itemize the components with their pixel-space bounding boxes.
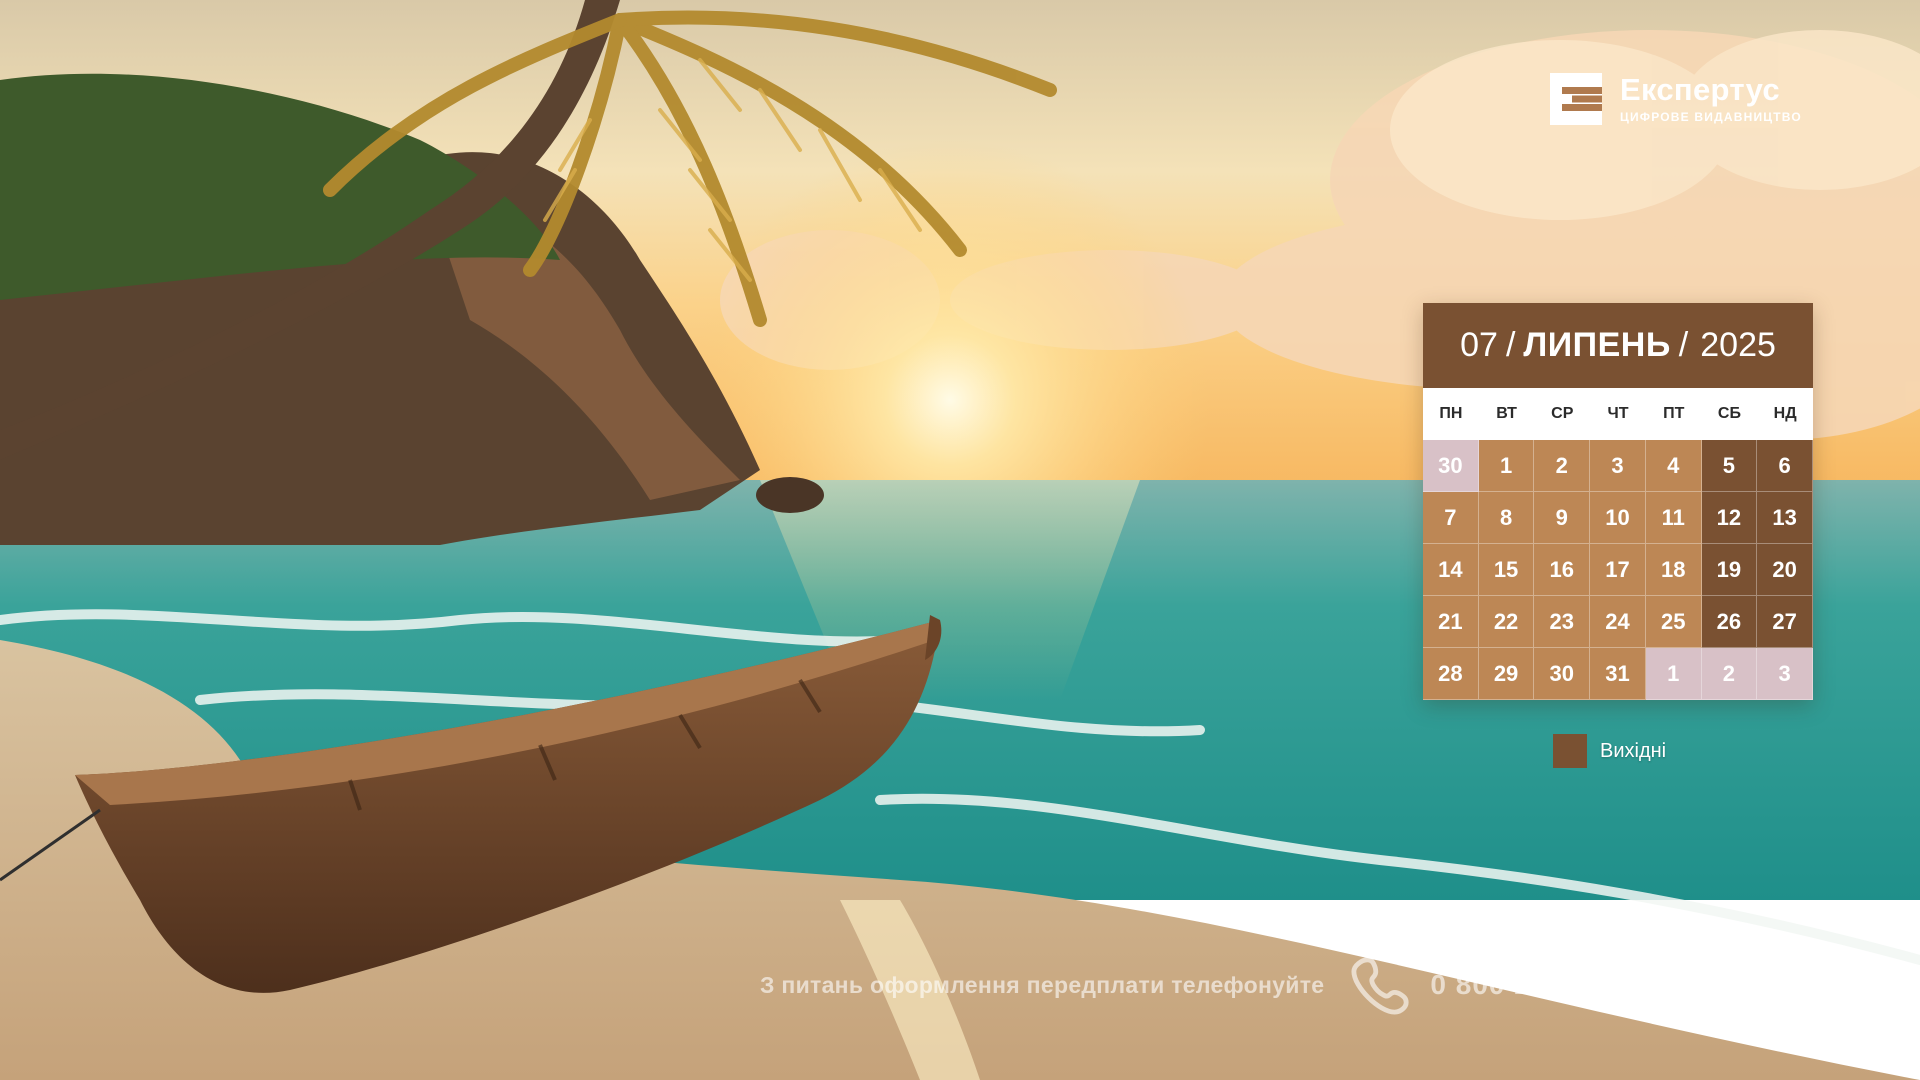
calendar-day-work: 30 <box>1534 648 1591 700</box>
calendar-header: 07 / ЛИПЕНЬ / 2025 <box>1423 303 1813 388</box>
calendar-day-other: 2 <box>1701 648 1758 700</box>
calendar-legend: Вихідні <box>1553 734 1666 768</box>
weekday-fri: ПТ <box>1663 405 1685 422</box>
calendar-day-weekend: 27 <box>1757 596 1813 648</box>
calendar-day-work: 31 <box>1590 648 1646 700</box>
weekday-sun: НД <box>1773 405 1797 422</box>
calendar-day-work: 29 <box>1478 648 1535 700</box>
calendar-day-grid: 30 1 2 3 4 5 6 7 8 9 10 11 12 13 14 15 16 17 18 19 20 21 22 23 2… <box>1423 440 1813 700</box>
legend-weekend-label: Вихідні <box>1600 739 1667 762</box>
calendar-day-work: 2 <box>1534 440 1591 492</box>
calendar-month-number: 07 <box>1460 326 1498 364</box>
weekday-tue: ВТ <box>1496 405 1517 422</box>
phone-icon <box>1351 957 1410 1015</box>
calendar-day-other: 30 <box>1423 440 1479 492</box>
calendar-day-work: 23 <box>1534 596 1591 648</box>
calendar-month-name: ЛИПЕНЬ <box>1523 326 1671 364</box>
calendar-day-work: 24 <box>1590 596 1646 648</box>
calendar-day-weekend: 5 <box>1701 440 1758 492</box>
logo-subtitle: ЦИФРОВЕ ВИДАВНИЦТВО <box>1620 110 1802 124</box>
calendar-day-work: 15 <box>1478 544 1535 596</box>
subscription-text: З питань оформлення передплати телефонуй… <box>760 971 1325 998</box>
calendar-day-weekend: 19 <box>1701 544 1758 596</box>
calendar-day-weekend: 13 <box>1757 492 1813 544</box>
calendar-day-work: 11 <box>1645 492 1702 544</box>
calendar-day-work: 17 <box>1590 544 1646 596</box>
calendar-weekday-row: ПН ВТ СР ЧТ ПТ СБ НД <box>1423 388 1813 440</box>
weekday-mon: ПН <box>1439 405 1463 422</box>
weekday-sat: СБ <box>1717 405 1741 422</box>
weekday-thu: ЧТ <box>1607 405 1629 422</box>
calendar-day-work: 14 <box>1423 544 1479 596</box>
calendar-day-work: 22 <box>1478 596 1535 648</box>
calendar-separator: / <box>1678 326 1689 364</box>
calendar-day-work: 4 <box>1645 440 1702 492</box>
calendar-day-other: 3 <box>1757 648 1813 700</box>
calendar-day-work: 3 <box>1590 440 1646 492</box>
calendar-day-work: 25 <box>1645 596 1702 648</box>
expertus-logo-icon <box>1550 73 1602 125</box>
calendar-day-other: 1 <box>1645 648 1702 700</box>
calendar-day-weekend: 20 <box>1757 544 1813 596</box>
weekday-wed: СР <box>1551 405 1574 422</box>
calendar-day-work: 7 <box>1423 492 1479 544</box>
expertus-logo: Експертус ЦИФРОВЕ ВИДАВНИЦТВО <box>1550 73 1802 125</box>
calendar-day-work: 28 <box>1423 648 1479 700</box>
calendar-day-work: 18 <box>1645 544 1702 596</box>
calendar-day-weekend: 6 <box>1757 440 1813 492</box>
phone-number: 0 800 21 20 12 <box>1430 969 1632 1000</box>
subscription-footer: З питань оформлення передплати телефонуй… <box>760 957 1800 1015</box>
logo-name: Експертус <box>1620 72 1780 107</box>
calendar-day-work: 10 <box>1590 492 1646 544</box>
legend-weekend-swatch <box>1553 734 1587 768</box>
calendar-day-weekend: 12 <box>1701 492 1758 544</box>
calendar-day-work: 9 <box>1534 492 1591 544</box>
calendar-day-work: 21 <box>1423 596 1479 648</box>
calendar: 07 / ЛИПЕНЬ / 2025 ПН ВТ СР ЧТ ПТ СБ НД … <box>1423 303 1813 700</box>
calendar-day-work: 16 <box>1534 544 1591 596</box>
calendar-separator: / <box>1505 326 1516 364</box>
calendar-day-work: 1 <box>1478 440 1535 492</box>
calendar-day-weekend: 26 <box>1701 596 1758 648</box>
calendar-year: 2025 <box>1700 326 1776 364</box>
calendar-day-work: 8 <box>1478 492 1535 544</box>
